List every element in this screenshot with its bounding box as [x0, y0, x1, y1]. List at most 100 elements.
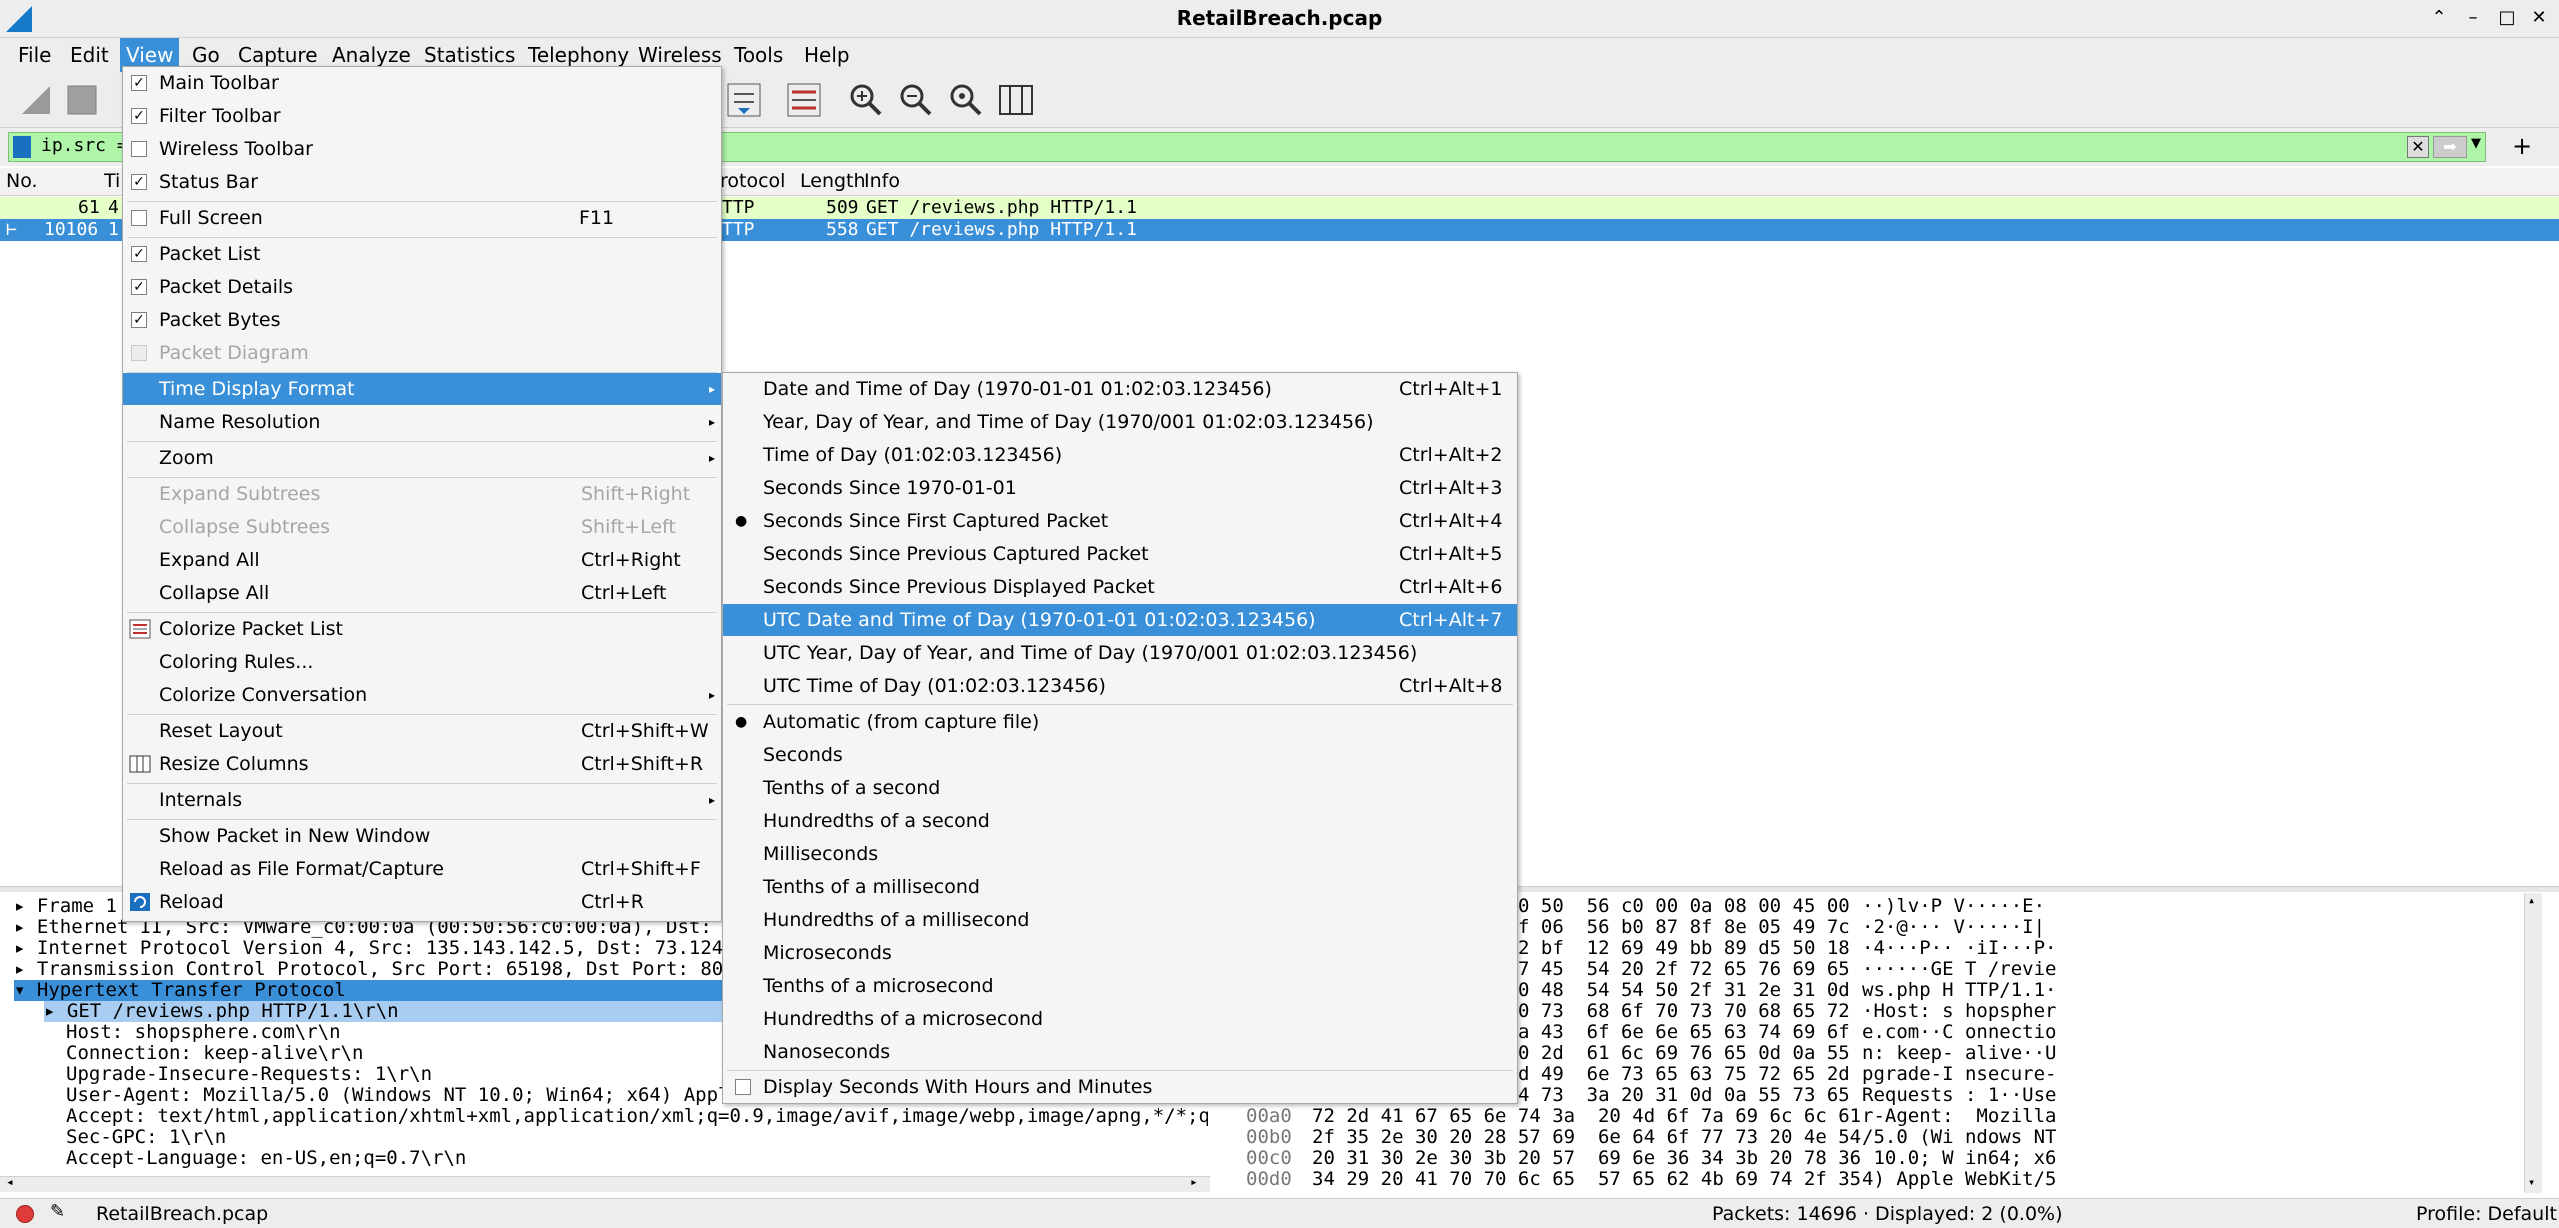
time-format-since-prev-captured[interactable]: Seconds Since Previous Captured Packet Ct…	[723, 538, 1517, 570]
view-reset-layout[interactable]: Reset Layout Ctrl+Shift+W	[123, 715, 721, 747]
time-format-utc-date-time[interactable]: UTC Date and Time of Day (1970-01-01 01:…	[723, 604, 1517, 636]
tree-row-ipv4[interactable]: ▸ Internet Protocol Version 4, Src: 135.…	[14, 938, 758, 959]
expand-arrow-icon[interactable]: ▸	[44, 1000, 67, 1022]
tree-row-user-agent[interactable]: User-Agent: Mozilla/5.0 (Windows NT 10.0…	[66, 1085, 764, 1106]
hex-row[interactable]: 20 31 30 2e 30 3b 20 57 69 6e 36 34 3b 2…	[1312, 1148, 1861, 1169]
hex-row[interactable]: a 43 6f 6e 6e 65 63 74 69 6f	[1518, 1022, 1850, 1043]
scroll-right-icon[interactable]: ▸	[1190, 1175, 1198, 1190]
zoom-out-icon[interactable]	[896, 80, 936, 120]
time-format-since-first[interactable]: ● Seconds Since First Captured Packet Ctrl…	[723, 505, 1517, 537]
view-reload[interactable]: Reload Ctrl+R	[123, 886, 721, 918]
view-time-display-format[interactable]: Time Display Format ▸	[123, 373, 721, 405]
precision-milliseconds[interactable]: Milliseconds	[723, 838, 1517, 870]
view-wireless-toolbar[interactable]: Wireless Toolbar	[123, 133, 721, 165]
view-filter-toolbar[interactable]: ✓ Filter Toolbar	[123, 100, 721, 132]
view-status-bar[interactable]: ✓ Status Bar	[123, 166, 721, 198]
hex-row[interactable]: 0 48 54 54 50 2f 31 2e 31 0d	[1518, 980, 1850, 1001]
tree-row-http-request-line[interactable]: ▸ GET /reviews.php HTTP/1.1\r\n	[44, 1001, 722, 1022]
column-protocol[interactable]: rotocol	[720, 170, 785, 192]
view-resize-columns[interactable]: Resize Columns Ctrl+Shift+R	[123, 748, 721, 780]
expand-arrow-icon[interactable]: ▸	[14, 958, 37, 980]
window-shade-button[interactable]: ⌃	[2426, 5, 2452, 31]
time-format-year-doy[interactable]: Year, Day of Year, and Time of Day (1970…	[723, 406, 1517, 438]
precision-automatic[interactable]: ● Automatic (from capture file)	[723, 706, 1517, 738]
details-horizontal-scrollbar[interactable]: ◂ ▸	[0, 1175, 1210, 1192]
scroll-up-icon[interactable]: ▴	[2528, 893, 2535, 907]
expert-info-icon[interactable]	[16, 1205, 34, 1223]
edit-comment-icon[interactable]: ✎	[50, 1201, 65, 1222]
tree-row-tcp[interactable]: ▸ Transmission Control Protocol, Src Por…	[14, 959, 758, 980]
hex-row[interactable]: 0 73 68 6f 70 73 70 68 65 72	[1518, 1001, 1850, 1022]
precision-microseconds[interactable]: Microseconds	[723, 937, 1517, 969]
column-length[interactable]: Length	[800, 170, 866, 192]
bookmark-icon[interactable]	[13, 136, 31, 158]
tree-row-accept[interactable]: Accept: text/html,application/xhtml+xml,…	[66, 1106, 1208, 1127]
tree-row-frame[interactable]: ▸ Frame 1	[14, 896, 117, 917]
precision-hundredths-microsecond[interactable]: Hundredths of a microsecond	[723, 1003, 1517, 1035]
precision-tenths-second[interactable]: Tenths of a second	[723, 772, 1517, 804]
expand-arrow-icon[interactable]: ▸	[14, 895, 37, 917]
precision-seconds[interactable]: Seconds	[723, 739, 1517, 771]
view-full-screen[interactable]: Full Screen F11	[123, 202, 721, 234]
tree-row-host[interactable]: Host: shopsphere.com\r\n	[66, 1022, 341, 1043]
hex-row[interactable]: d 49 6e 73 65 63 75 72 65 2d	[1518, 1064, 1850, 1085]
hex-row[interactable]: 2f 35 2e 30 20 28 57 69 6e 64 6f 77 73 2…	[1312, 1127, 1861, 1148]
menu-tools[interactable]: Tools	[728, 38, 789, 72]
time-format-utc-year-doy[interactable]: UTC Year, Day of Year, and Time of Day (…	[723, 637, 1517, 669]
menu-edit[interactable]: Edit	[64, 38, 115, 72]
view-packet-list[interactable]: ✓ Packet List	[123, 238, 721, 270]
menu-file[interactable]: File	[12, 38, 57, 72]
tree-row-http[interactable]: ▾ Hypertext Transfer Protocol	[14, 980, 722, 1001]
resize-columns-icon[interactable]	[996, 80, 1036, 120]
hex-row[interactable]: 72 2d 41 67 65 6e 74 3a 20 4d 6f 7a 69 6…	[1312, 1106, 1861, 1127]
bytes-vertical-scrollbar[interactable]: ▴ ▾	[2524, 893, 2542, 1193]
hex-row[interactable]: 7 45 54 20 2f 72 65 76 69 65	[1518, 959, 1850, 980]
hex-row[interactable]: f 06 56 b0 87 8f 8e 05 49 7c	[1518, 917, 1850, 938]
view-reload-as-file-format[interactable]: Reload as File Format/Capture Ctrl+Shift+…	[123, 853, 721, 885]
time-format-epoch[interactable]: Seconds Since 1970-01-01 Ctrl+Alt+3	[723, 472, 1517, 504]
tree-row-sec-gpc[interactable]: Sec-GPC: 1\r\n	[66, 1127, 226, 1148]
view-coloring-rules[interactable]: Coloring Rules...	[123, 646, 721, 678]
precision-tenths-millisecond[interactable]: Tenths of a millisecond	[723, 871, 1517, 903]
view-show-packet-new-window[interactable]: Show Packet in New Window	[123, 820, 721, 852]
tree-row-connection[interactable]: Connection: keep-alive\r\n	[66, 1043, 363, 1064]
window-maximize-button[interactable]: □	[2494, 5, 2520, 31]
hex-row[interactable]: 34 29 20 41 70 70 6c 65 57 65 62 4b 69 7…	[1312, 1169, 1861, 1190]
zoom-in-icon[interactable]	[846, 80, 886, 120]
view-collapse-all[interactable]: Collapse All Ctrl+Left	[123, 577, 721, 609]
time-format-since-prev-displayed[interactable]: Seconds Since Previous Displayed Packet C…	[723, 571, 1517, 603]
expand-arrow-icon[interactable]: ▸	[14, 937, 37, 959]
time-format-time-of-day[interactable]: Time of Day (01:02:03.123456) Ctrl+Alt+2	[723, 439, 1517, 471]
colorize-icon[interactable]	[784, 80, 824, 120]
window-close-button[interactable]: ✕	[2526, 5, 2552, 31]
view-name-resolution[interactable]: Name Resolution ▸	[123, 406, 721, 438]
column-no[interactable]: No.	[6, 170, 38, 192]
start-capture-icon[interactable]	[16, 80, 56, 120]
precision-hundredths-millisecond[interactable]: Hundredths of a millisecond	[723, 904, 1517, 936]
window-minimize-button[interactable]: –	[2460, 5, 2486, 31]
hex-row[interactable]: 0 2d 61 6c 69 76 65 0d 0a 55	[1518, 1043, 1850, 1064]
filter-history-dropdown-icon[interactable]: ▼	[2471, 136, 2481, 151]
column-info[interactable]: Info	[864, 170, 900, 192]
view-zoom[interactable]: Zoom ▸	[123, 442, 721, 474]
tree-row-accept-language[interactable]: Accept-Language: en-US,en;q=0.7\r\n	[66, 1148, 466, 1169]
view-colorize-conversation[interactable]: Colorize Conversation ▸	[123, 679, 721, 711]
view-internals[interactable]: Internals ▸	[123, 784, 721, 816]
column-time[interactable]: Ti	[104, 170, 120, 192]
status-profile[interactable]: Profile: Default	[2416, 1203, 2557, 1225]
zoom-reset-icon[interactable]	[946, 80, 986, 120]
hex-row[interactable]: 2 bf 12 69 49 bb 89 d5 50 18	[1518, 938, 1850, 959]
view-colorize-packet-list[interactable]: Colorize Packet List	[123, 613, 721, 645]
hex-row[interactable]: 4 73 3a 20 31 0d 0a 55 73 65	[1518, 1085, 1850, 1106]
view-expand-all[interactable]: Expand All Ctrl+Right	[123, 544, 721, 576]
autoscroll-icon[interactable]	[724, 80, 764, 120]
scroll-left-icon[interactable]: ◂	[6, 1175, 14, 1190]
menu-help[interactable]: Help	[798, 38, 856, 72]
add-filter-button-icon[interactable]: +	[2512, 132, 2532, 160]
precision-hundredths-second[interactable]: Hundredths of a second	[723, 805, 1517, 837]
view-packet-bytes[interactable]: ✓ Packet Bytes	[123, 304, 721, 336]
scroll-down-icon[interactable]: ▾	[2528, 1175, 2535, 1189]
apply-filter-icon[interactable]: ➡	[2433, 136, 2467, 158]
view-main-toolbar[interactable]: ✓ Main Toolbar	[123, 67, 721, 99]
collapse-arrow-icon[interactable]: ▾	[14, 979, 37, 1001]
